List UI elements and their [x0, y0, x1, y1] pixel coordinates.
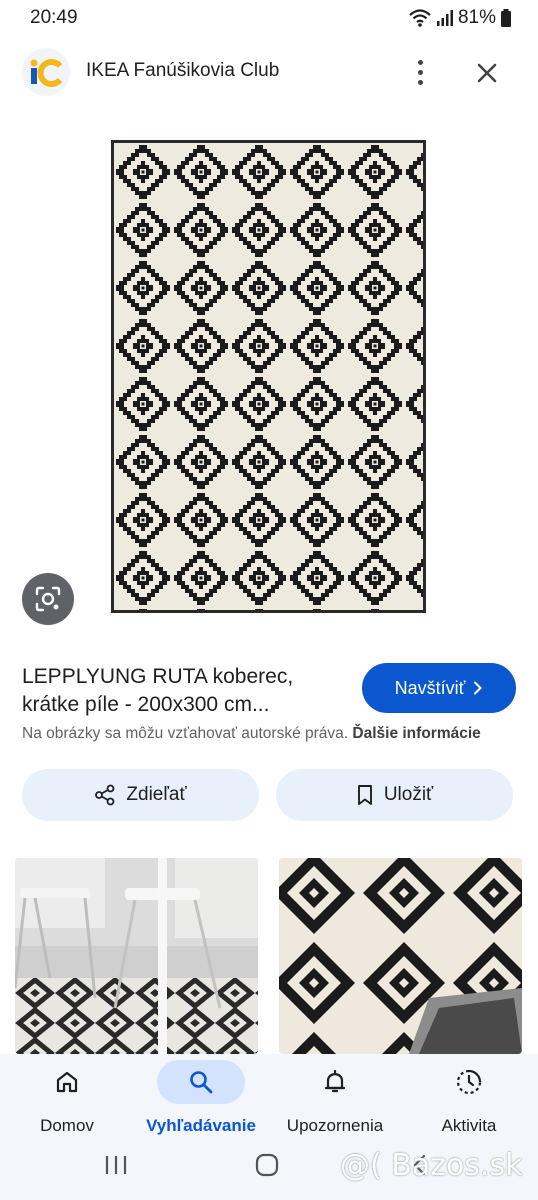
result-title-line1: LEPPLYUNG RUTA koberec, — [22, 665, 294, 688]
related-image-room — [15, 858, 258, 1054]
search-icon — [190, 1071, 213, 1094]
lens-search-button[interactable] — [22, 573, 74, 625]
nav-notifications-label: Upozornenia — [286, 1116, 384, 1135]
nav-home-label: Domov — [40, 1116, 94, 1135]
signal-icon — [436, 10, 453, 26]
nav-activity[interactable]: Aktivita — [402, 1054, 536, 1142]
status-time: 20:49 — [30, 7, 78, 28]
result-title[interactable]: LEPPLYUNG RUTA koberec, krátke píle - 20… — [22, 663, 342, 719]
copyright-notice: Na obrázky sa môžu vzťahovať autorské pr… — [22, 725, 481, 743]
site-title[interactable]: IKEA Fanúšikovia Club — [86, 60, 279, 82]
status-icons: 81% — [408, 7, 512, 29]
bell-icon — [324, 1069, 346, 1093]
battery-level: 81% — [457, 7, 496, 28]
save-label: Uložiť — [383, 784, 434, 805]
related-image-thumbnail[interactable] — [279, 858, 522, 1054]
ikea-club-logo — [30, 59, 63, 87]
watermark: @( Bazos.sk — [340, 1148, 523, 1183]
battery-icon — [501, 9, 511, 27]
lens-icon — [35, 586, 61, 612]
site-logo — [22, 48, 70, 96]
wifi-icon — [409, 9, 431, 27]
result-header: IKEA Fanúšikovia Club — [0, 42, 538, 100]
bookmark-icon — [357, 785, 372, 805]
more-options-button[interactable] — [404, 52, 436, 92]
home-circle-icon[interactable] — [255, 1153, 279, 1177]
more-vert-icon — [417, 59, 423, 65]
activity-icon — [456, 1069, 482, 1095]
nav-home[interactable]: Domov — [0, 1054, 134, 1142]
result-title-line2: krátke píle - 200x300 cm... — [22, 693, 270, 716]
related-image-thumbnail[interactable] — [15, 858, 258, 1054]
recents-icon[interactable] — [103, 1154, 129, 1176]
visit-label: Navštíviť — [394, 677, 466, 698]
bottom-navigation: Domov Vyhľadávanie Upozornenia Aktivita — [0, 1054, 538, 1142]
more-info-link[interactable]: Ďalšie informácie — [352, 725, 480, 742]
share-icon — [95, 784, 115, 806]
main-product-image[interactable] — [111, 140, 426, 613]
home-icon — [56, 1071, 78, 1093]
close-icon[interactable] — [468, 54, 506, 92]
copyright-text: Na obrázky sa môžu vzťahovať autorské pr… — [22, 725, 349, 742]
nav-activity-label: Aktivita — [441, 1116, 497, 1135]
nav-search[interactable]: Vyhľadávanie — [134, 1054, 268, 1142]
nav-notifications[interactable]: Upozornenia — [268, 1054, 402, 1142]
chevron-right-icon — [474, 681, 483, 695]
share-button[interactable]: Zdieľať — [22, 769, 259, 821]
save-button[interactable]: Uložiť — [276, 769, 513, 821]
visit-button[interactable]: Navštíviť — [362, 663, 516, 713]
related-image-rug-closeup — [279, 858, 522, 1054]
nav-search-label: Vyhľadávanie — [146, 1116, 256, 1135]
status-bar: 20:49 81% — [0, 0, 538, 36]
share-label: Zdieľať — [126, 784, 187, 805]
